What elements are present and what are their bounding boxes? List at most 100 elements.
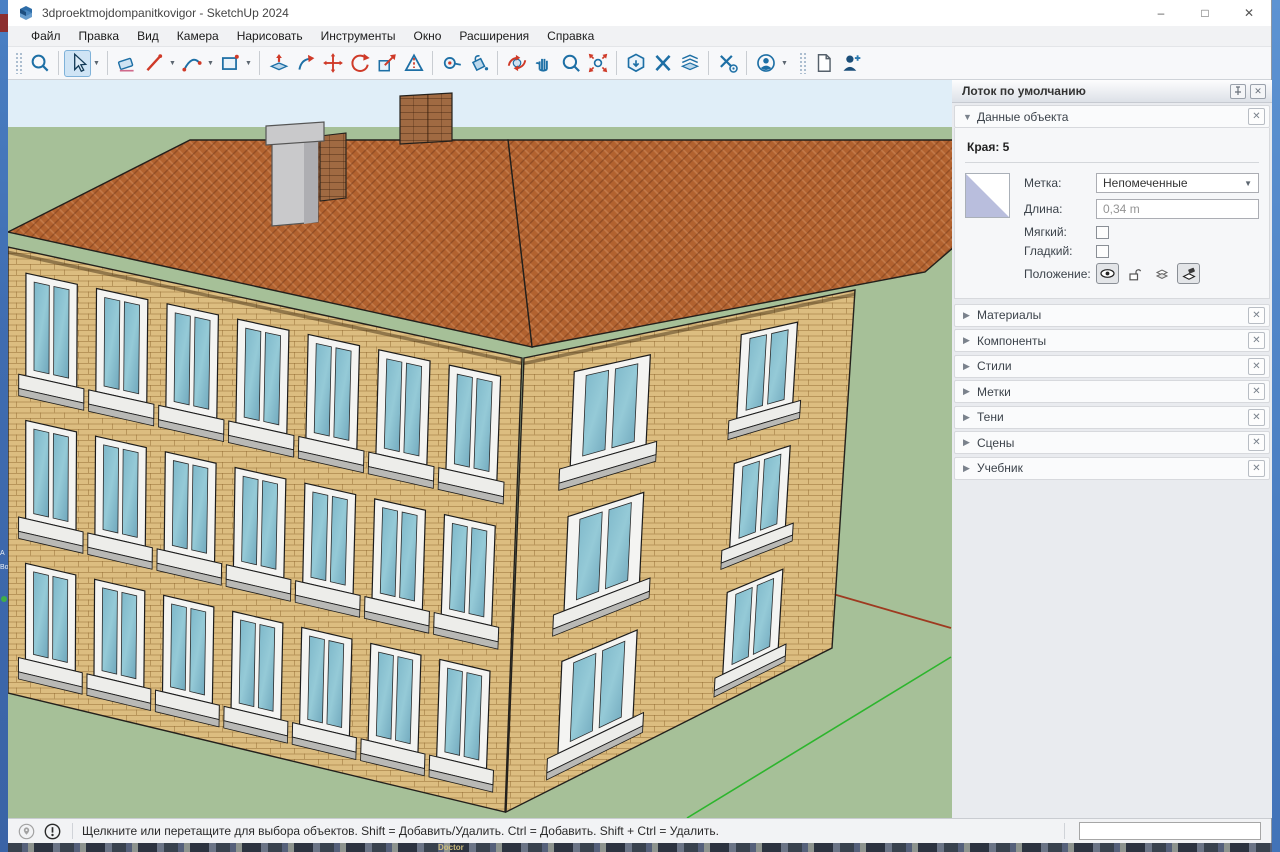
receive-shadows-icon [1181,266,1197,282]
scale-tool-button[interactable] [373,50,400,77]
line-tool-button[interactable] [140,50,167,77]
send-to-layout-tool-button[interactable] [676,50,703,77]
toolbar-grip[interactable] [799,52,807,74]
background-map-strip: Doctor [8,843,1272,852]
followme-tool-button[interactable] [292,50,319,77]
rotate-tool-button[interactable] [346,50,373,77]
menu-вид[interactable]: Вид [128,27,168,45]
tray-section-5[interactable]: ▶Тени✕ [954,406,1270,429]
tray-close-button[interactable]: ✕ [1250,84,1266,99]
move-tool-button[interactable] [319,50,346,77]
length-input[interactable]: 0,34 m [1096,199,1259,219]
geolocation-icon[interactable] [18,823,35,840]
3d-scene[interactable] [8,80,952,818]
arc-dropdown-caret[interactable]: ▼ [205,50,216,77]
extension-warehouse-tool-button[interactable] [649,50,676,77]
arc-tool-button[interactable] [178,50,205,77]
entity-info-close-button[interactable]: ✕ [1248,108,1265,125]
entity-thumbnail [965,173,1010,218]
offset-tool-button[interactable] [400,50,427,77]
pushpull-tool-button[interactable] [265,50,292,77]
brick-chimney[interactable] [400,93,452,144]
tape-measure-tool-button[interactable] [438,50,465,77]
line-icon [143,52,165,74]
zoom-extents-tool-button[interactable] [584,50,611,77]
menu-расширения[interactable]: Расширения [450,27,538,45]
tray-section-7[interactable]: ▶Учебник✕ [954,457,1270,480]
section-close-button[interactable]: ✕ [1248,358,1265,375]
tag-dropdown[interactable]: Непомеченные ▼ [1096,173,1259,193]
paint-bucket-tool-button[interactable] [465,50,492,77]
zoom-tool-button[interactable] [557,50,584,77]
background-text-fragment: Во [0,564,8,572]
menu-инструменты[interactable]: Инструменты [312,27,405,45]
select-tool-button[interactable] [64,50,91,77]
tray-section-4[interactable]: ▶Метки✕ [954,380,1270,403]
section-close-button[interactable]: ✕ [1248,409,1265,426]
section-label: Метки [977,385,1248,399]
followme-icon [295,52,317,74]
window[interactable] [94,579,145,687]
pan-tool-button[interactable] [530,50,557,77]
extension-manager-tool-button[interactable] [714,50,741,77]
eraser-tool-button[interactable] [113,50,140,77]
sign-in-tool-button[interactable] [837,50,864,77]
shapes-dropdown-caret[interactable]: ▼ [243,50,254,77]
section-label: Сцены [977,436,1248,450]
tray-section-3[interactable]: ▶Стили✕ [954,355,1270,378]
tray-section-2[interactable]: ▶Компоненты✕ [954,329,1270,352]
menu-правка[interactable]: Правка [70,27,129,45]
credits-info-icon[interactable] [44,823,61,840]
eye-toggle[interactable] [1096,263,1119,284]
section-close-button[interactable]: ✕ [1248,460,1265,477]
select-dropdown-caret[interactable]: ▼ [91,50,102,77]
window[interactable] [96,289,148,403]
window[interactable] [25,563,75,671]
menu-файл[interactable]: Файл [22,27,70,45]
menu-нарисовать[interactable]: Нарисовать [228,27,312,45]
entity-info-header[interactable]: ▼ Данные объекта ✕ [954,105,1270,128]
account-tool-button[interactable] [752,50,779,77]
sign-in-icon [840,52,862,74]
tray-section-1[interactable]: ▶Материалы✕ [954,304,1270,327]
titlebar: 3dproektmojdompanitkovigor - SketchUp 20… [8,0,1271,26]
maximize-button[interactable]: □ [1183,0,1227,26]
eye-icon [1099,266,1116,281]
window[interactable] [26,273,77,387]
cast-shadows-toggle[interactable] [1150,263,1173,284]
measurements-input[interactable] [1079,822,1261,840]
smooth-checkbox[interactable] [1096,245,1109,258]
section-close-button[interactable]: ✕ [1248,383,1265,400]
select-icon [67,52,89,74]
section-close-button[interactable]: ✕ [1248,332,1265,349]
toolbar-grip[interactable] [15,52,23,74]
window[interactable] [26,420,77,530]
search-tool-button[interactable] [26,50,53,77]
status-hint: Щелкните или перетащите для выбора объек… [82,824,1064,838]
tray-section-6[interactable]: ▶Сцены✕ [954,431,1270,454]
unlock-icon [1127,266,1143,282]
shapes-tool-button[interactable] [216,50,243,77]
unlock-toggle[interactable] [1123,263,1146,284]
minimize-button[interactable]: – [1139,0,1183,26]
length-label: Длина: [1024,202,1096,216]
window[interactable] [163,595,214,703]
warehouse-3d-tool-button[interactable] [622,50,649,77]
sky [8,80,952,127]
model-viewport[interactable] [8,80,952,818]
section-close-button[interactable]: ✕ [1248,434,1265,451]
account-dropdown-caret[interactable]: ▼ [779,50,790,77]
section-close-button[interactable]: ✕ [1248,307,1265,324]
menu-справка[interactable]: Справка [538,27,603,45]
soft-checkbox[interactable] [1096,226,1109,239]
new-file-tool-button[interactable] [810,50,837,77]
menu-окно[interactable]: Окно [404,27,450,45]
close-button[interactable]: ✕ [1227,0,1271,26]
brick-chimney-back[interactable] [320,133,346,201]
receive-shadows-toggle[interactable] [1177,263,1200,284]
menu-камера[interactable]: Камера [168,27,228,45]
line-dropdown-caret[interactable]: ▼ [167,50,178,77]
orbit-tool-button[interactable] [503,50,530,77]
tray-pin-button[interactable] [1230,84,1246,99]
cast-shadows-icon [1154,266,1170,282]
